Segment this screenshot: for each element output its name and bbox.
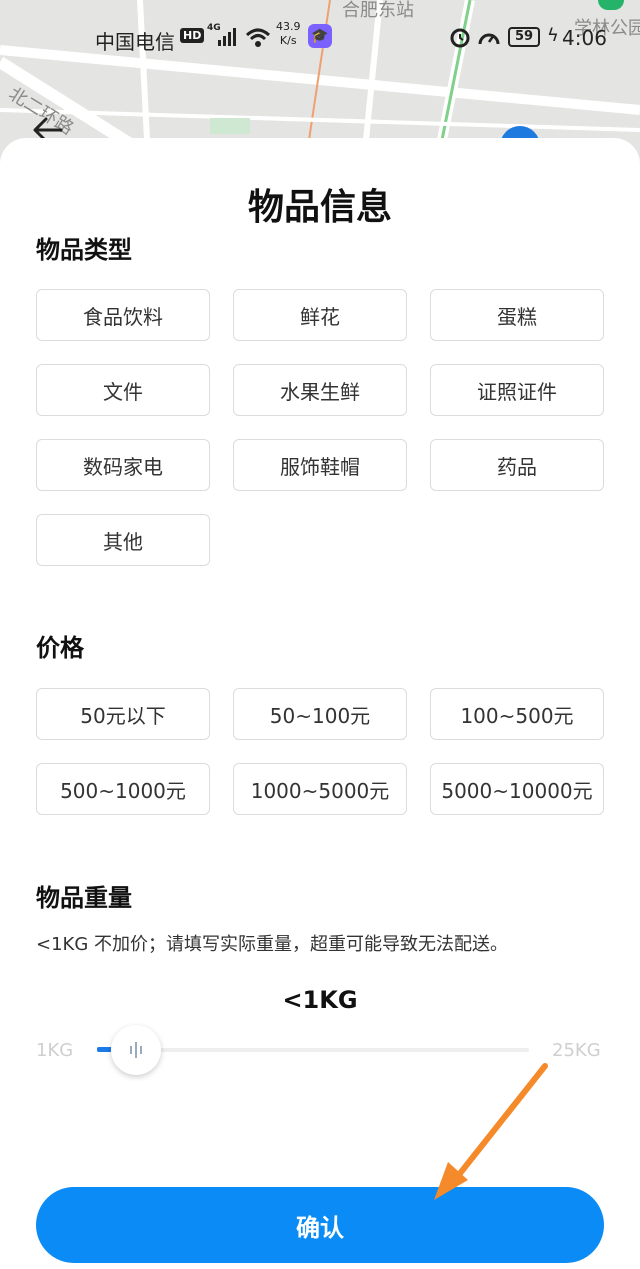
hd-badge: HD <box>180 28 205 43</box>
weight-note: <1KG 不加价；请填写实际重量，超重可能导致无法配送。 <box>36 934 509 955</box>
item-type-option[interactable]: 数码家电 <box>36 439 210 491</box>
sheet-title: 物品信息 <box>247 187 392 228</box>
weight-slider-track[interactable] <box>97 1048 529 1052</box>
weight-slider-handle[interactable] <box>111 1025 161 1075</box>
price-option[interactable]: 5000~10000元 <box>430 763 604 815</box>
battery-icon: 59 <box>508 27 540 47</box>
speed-unit: K/s <box>279 34 297 47</box>
speed-value: 43.9 <box>276 20 301 33</box>
price-title: 价格 <box>36 634 84 662</box>
wifi-icon <box>245 28 271 47</box>
item-type-option[interactable]: 蛋糕 <box>430 289 604 341</box>
slider-max-label: 25KG <box>552 1040 601 1061</box>
item-type-option[interactable]: 文件 <box>36 364 210 416</box>
slider-min-label: 1KG <box>36 1040 74 1061</box>
speedometer-icon <box>478 33 500 45</box>
clock-time: 4:06 <box>562 26 607 50</box>
weight-value: <1KG <box>282 986 358 1014</box>
status-bar: 中国电信 HD 4G 43.9 K/s 🎓 59 ϟ 4:06 <box>0 18 640 58</box>
item-type-option[interactable]: 其他 <box>36 514 210 566</box>
network-speed: 43.9 K/s <box>276 20 301 48</box>
grip-icon <box>130 1042 142 1058</box>
item-type-option[interactable]: 鲜花 <box>233 289 407 341</box>
weight-title: 物品重量 <box>36 884 132 912</box>
price-option[interactable]: 100~500元 <box>430 688 604 740</box>
item-type-option[interactable]: 食品饮料 <box>36 289 210 341</box>
item-type-option[interactable]: 证照证件 <box>430 364 604 416</box>
item-type-option[interactable]: 服饰鞋帽 <box>233 439 407 491</box>
price-option[interactable]: 500~1000元 <box>36 763 210 815</box>
item-type-title: 物品类型 <box>36 236 132 264</box>
signal-icon <box>218 28 236 46</box>
price-option[interactable]: 50~100元 <box>233 688 407 740</box>
charging-icon: ϟ <box>547 25 559 46</box>
carrier-name: 中国电信 <box>95 30 175 54</box>
item-type-option[interactable]: 水果生鲜 <box>233 364 407 416</box>
item-type-option[interactable]: 药品 <box>430 439 604 491</box>
item-info-sheet: 物品信息 物品类型 食品饮料 鲜花 蛋糕文件 水果生鲜 证照证件数码家电 服饰鞋帽 药品其他… <box>0 138 640 1269</box>
alarm-icon <box>450 28 470 48</box>
price-option[interactable]: 1000~5000元 <box>233 763 407 815</box>
graduation-cap-icon: 🎓 <box>308 24 332 48</box>
price-option[interactable]: 50元以下 <box>36 688 210 740</box>
confirm-button[interactable]: 确认 <box>36 1187 604 1263</box>
